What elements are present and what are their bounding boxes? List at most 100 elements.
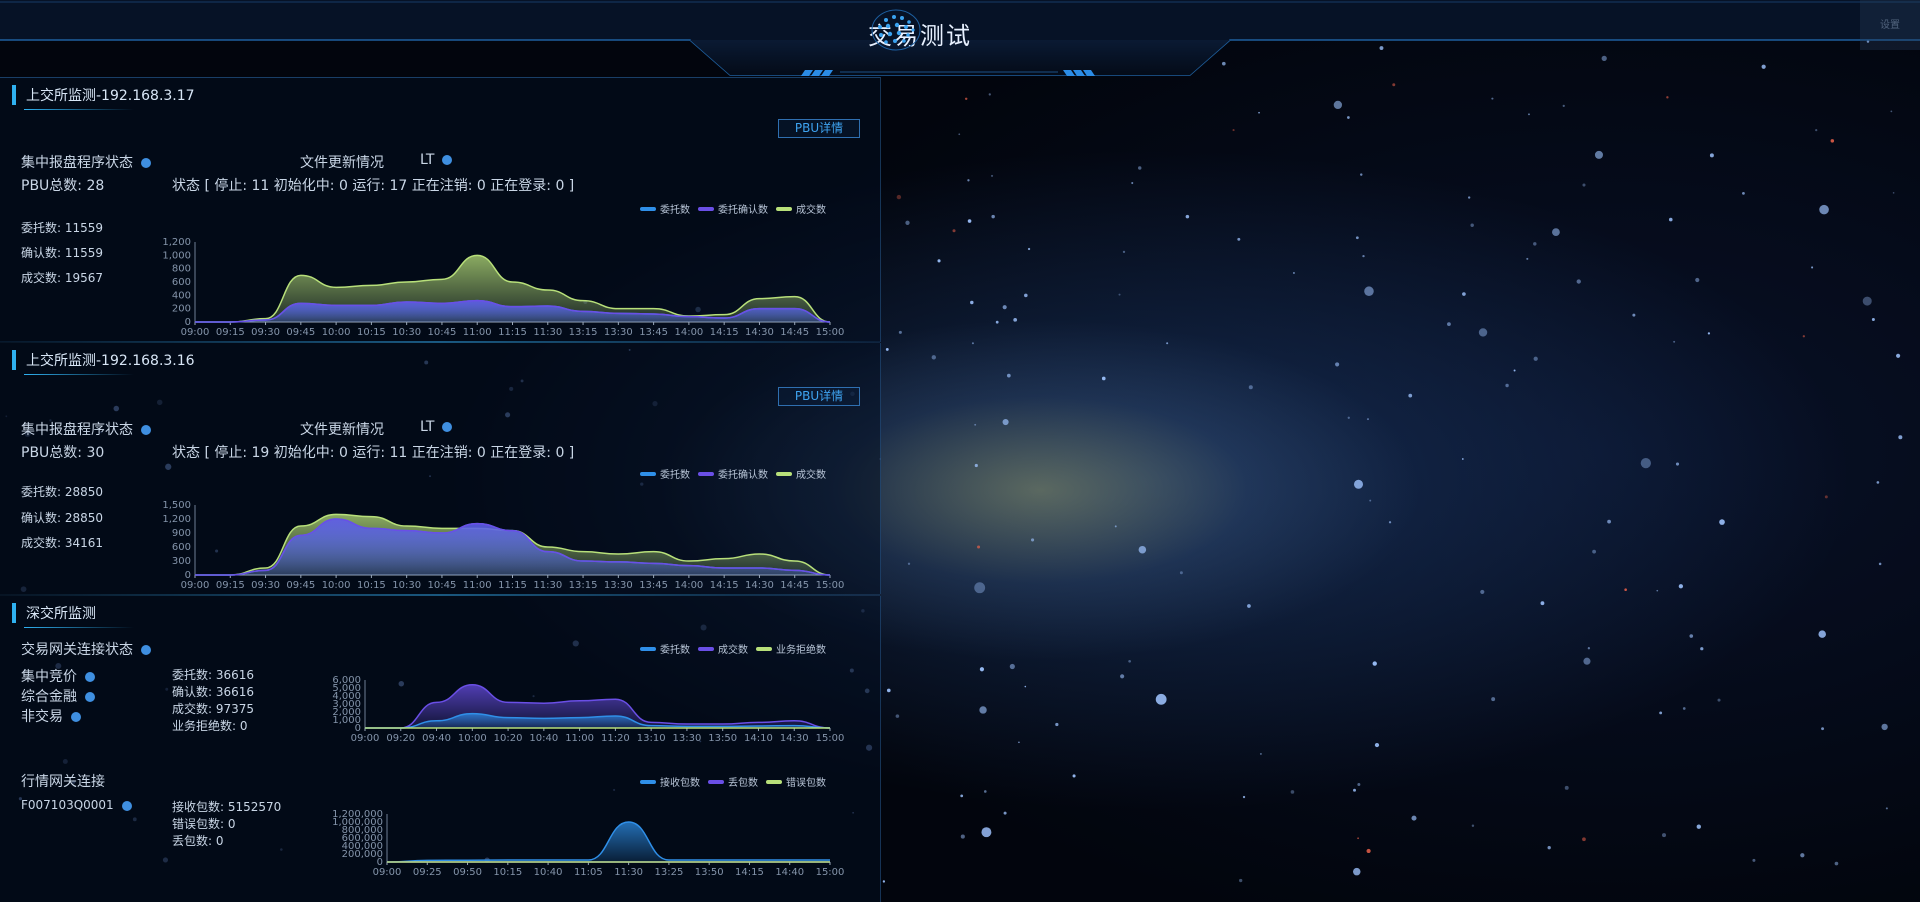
star [1892,192,1895,194]
star [1896,353,1901,358]
panel-title: 上交所监测-192.168.3.17 [12,85,195,110]
confirm-count: 确认数: 11559 [21,246,104,260]
legend-item[interactable]: 业务拒绝数 [756,641,826,656]
x-tick-label: 14:15 [735,867,764,878]
y-tick-label: 1,000 [162,250,191,261]
chart-legend: 委托数 成交数 业务拒绝数 [640,641,826,656]
legend-label: 委托数 [660,645,690,656]
gateway-status-label: 交易网关连接状态 [21,642,133,658]
settings-button[interactable]: 设置 [1860,0,1920,50]
x-tick-label: 09:00 [181,327,210,338]
legend-item[interactable]: 委托数 [640,641,690,656]
status-indicator-icon [85,692,95,702]
star [1166,342,1169,345]
legend-item[interactable]: 接收包数 [640,774,700,789]
legend-item[interactable]: 成交数 [698,641,748,656]
star [1185,214,1190,219]
star [1587,647,1591,650]
lt-status: LT [420,419,453,435]
star [1898,435,1903,440]
x-tick-label: 14:00 [674,327,703,338]
legend-label: 委托数 [660,470,690,481]
x-tick-label: 10:45 [428,327,457,338]
star [1372,661,1377,666]
order-count: 委托数: 36616 [172,668,255,682]
legend-item[interactable]: 委托数 [640,201,690,216]
panel-title-text: 上交所监测-192.168.3.17 [26,88,195,104]
star [1290,790,1295,794]
y-tick-label: 600 [172,277,191,288]
star [1013,317,1018,322]
x-tick-label: 09:15 [216,580,245,591]
order-count: 委托数: 11559 [21,221,104,235]
star [1101,376,1106,381]
star [1885,807,1888,810]
legend-item[interactable]: 委托确认数 [698,201,768,216]
star [1552,228,1560,237]
star [1562,104,1565,107]
star [1717,698,1721,702]
star [1388,521,1392,524]
y-tick-label: 900 [172,528,191,539]
star [1003,811,1007,815]
star [1138,166,1142,170]
star [1547,845,1551,850]
star [960,794,964,798]
status-indicator-icon [85,672,95,682]
x-tick-label: 10:15 [357,327,386,338]
y-tick-label: 1,500 [162,500,191,511]
legend-item[interactable]: 委托确认数 [698,466,768,481]
legend-swatch [756,646,772,651]
x-tick-label: 09:50 [453,867,482,878]
star [977,545,981,549]
star [1239,878,1243,883]
legend-label: 成交数 [718,645,748,656]
pbu-details-button[interactable]: PBU详情 [778,119,860,138]
star [1526,257,1529,260]
status-indicator-icon [141,645,151,655]
legend-swatch [766,779,782,784]
y-tick-label: 1,200 [162,514,191,525]
y-tick-label: 1,200 [162,237,191,248]
star [1513,369,1516,372]
lt-status: LT [420,152,453,168]
legend-item[interactable]: 委托数 [640,466,690,481]
market-packets-area-chart: 0200,000400,000600,000800,0001,000,0001,… [332,809,844,878]
star [981,827,992,838]
process-status: 集中报盘程序状态 [21,419,151,439]
x-tick-label: 10:40 [529,733,558,744]
star [1353,867,1361,876]
x-tick-label: 11:00 [463,580,492,591]
x-tick-label: 11:15 [498,580,527,591]
x-tick-label: 09:25 [413,867,442,878]
legend-item[interactable]: 错误包数 [766,774,826,789]
pbu-details-button[interactable]: PBU详情 [778,387,860,406]
legend-item[interactable]: 成交数 [776,466,826,481]
y-tick-label: 400 [172,290,191,301]
panel-title: 深交所监测 [12,603,134,628]
item-auction-label: 集中竞价 [21,669,77,685]
legend-label: 成交数 [796,205,826,216]
star [1467,196,1471,199]
legend-item[interactable]: 丢包数 [708,774,758,789]
star [979,706,987,714]
star [1576,279,1581,284]
star [1821,727,1825,731]
sh2-area-chart: 03006009001,2001,50009:00 09:15 09:30 09:45… [162,500,844,591]
star [1752,858,1756,862]
star [1355,236,1359,240]
star [1491,97,1494,100]
star [1582,837,1586,842]
star [1673,340,1676,343]
star [1461,458,1464,460]
legend-item[interactable]: 成交数 [776,201,826,216]
x-tick-label: 14:00 [674,580,703,591]
legend-label: 业务拒绝数 [776,645,826,656]
star [1055,722,1059,727]
x-tick-label: 15:00 [816,580,845,591]
panel-title: 上交所监测-192.168.3.16 [12,350,195,375]
star [1742,192,1745,195]
star [1237,237,1241,241]
star [1890,110,1893,113]
star [931,355,936,360]
